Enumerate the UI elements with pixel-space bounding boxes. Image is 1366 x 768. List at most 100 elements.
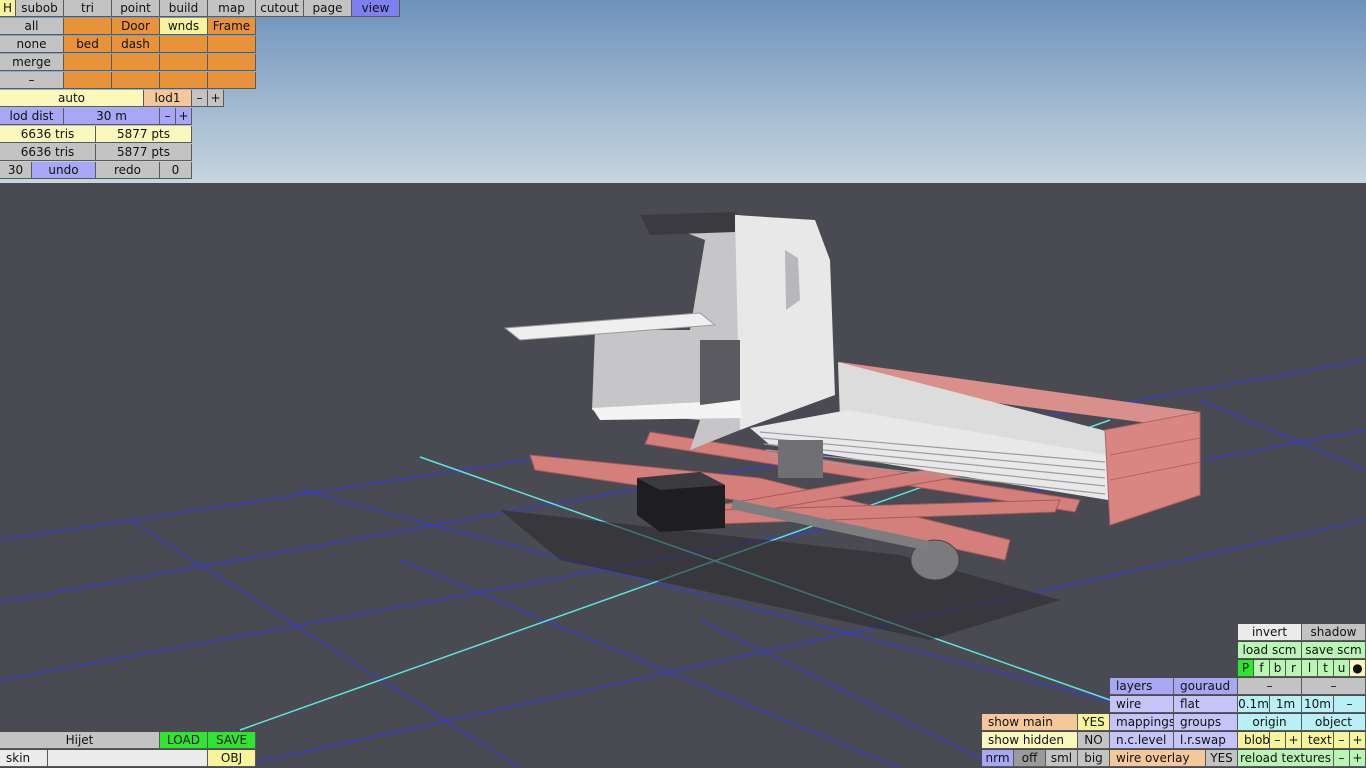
- groups-button[interactable]: groups: [1174, 714, 1238, 731]
- reload-minus-button[interactable]: –: [1334, 750, 1350, 767]
- group-slot[interactable]: [208, 36, 256, 53]
- gouraud-button[interactable]: gouraud: [1174, 678, 1238, 695]
- object-button[interactable]: object: [1302, 714, 1366, 731]
- flat-button[interactable]: flat: [1174, 696, 1238, 713]
- group-dash[interactable]: dash: [112, 36, 160, 53]
- lod-auto-button[interactable]: auto: [0, 90, 144, 107]
- tris-count: 6636 tris: [0, 126, 96, 143]
- group-bed[interactable]: bed: [64, 36, 112, 53]
- group-slot[interactable]: [208, 72, 256, 89]
- lod-plus-button[interactable]: +: [208, 90, 224, 107]
- show-hidden-value[interactable]: NO: [1078, 732, 1110, 749]
- skin-field[interactable]: [48, 750, 208, 767]
- pts-count-total: 5877 pts: [96, 144, 192, 161]
- reload-plus-button[interactable]: +: [1350, 750, 1366, 767]
- camera-minus-button[interactable]: –: [1302, 678, 1366, 695]
- lod-level-button[interactable]: lod1: [144, 90, 192, 107]
- group-frame[interactable]: Frame: [208, 18, 256, 35]
- menu-point[interactable]: point: [112, 0, 160, 17]
- view-b-button[interactable]: b: [1270, 660, 1286, 677]
- scale-minus-button[interactable]: –: [1334, 696, 1366, 713]
- load-button[interactable]: LOAD: [160, 732, 208, 749]
- group-slot[interactable]: [160, 72, 208, 89]
- group-slot[interactable]: [208, 54, 256, 71]
- lod-dist-value[interactable]: 30 m: [64, 108, 160, 125]
- obj-button[interactable]: OBJ: [208, 750, 256, 767]
- skin-label: skin: [0, 750, 48, 767]
- menu-map[interactable]: map: [208, 0, 256, 17]
- scale-10m-button[interactable]: 10m: [1302, 696, 1334, 713]
- view-dot-button[interactable]: ●: [1350, 660, 1366, 677]
- group-slot[interactable]: [112, 54, 160, 71]
- group-slot[interactable]: [64, 18, 112, 35]
- wire-button[interactable]: wire: [1110, 696, 1174, 713]
- text-button[interactable]: text: [1302, 732, 1334, 749]
- blob-plus-button[interactable]: +: [1286, 732, 1302, 749]
- camera-minus-button[interactable]: –: [1238, 678, 1302, 695]
- view-t-button[interactable]: t: [1318, 660, 1334, 677]
- pts-count: 5877 pts: [96, 126, 192, 143]
- lod-dist-plus-button[interactable]: +: [176, 108, 192, 125]
- group-none[interactable]: none: [0, 36, 64, 53]
- save-button[interactable]: SAVE: [208, 732, 256, 749]
- load-scm-button[interactable]: load scm: [1238, 642, 1302, 659]
- menu-page[interactable]: page: [304, 0, 352, 17]
- group-slot[interactable]: [160, 54, 208, 71]
- menu-subob[interactable]: subob: [16, 0, 64, 17]
- group-slot[interactable]: [64, 72, 112, 89]
- normals-big-button[interactable]: big: [1078, 750, 1110, 767]
- text-minus-button[interactable]: –: [1334, 732, 1350, 749]
- redo-count: 0: [160, 162, 192, 179]
- redo-button[interactable]: redo: [96, 162, 160, 179]
- group-slot[interactable]: [160, 36, 208, 53]
- normals-sml-button[interactable]: sml: [1046, 750, 1078, 767]
- tris-count-total: 6636 tris: [0, 144, 96, 161]
- lod-dist-label[interactable]: lod dist: [0, 108, 64, 125]
- group-slot[interactable]: [112, 72, 160, 89]
- mappings-button[interactable]: mappings: [1110, 714, 1174, 731]
- scale-1m-button[interactable]: 1m: [1270, 696, 1302, 713]
- 3d-viewport[interactable]: [0, 0, 1366, 768]
- save-scm-button[interactable]: save scm: [1302, 642, 1366, 659]
- lod-dist-minus-button[interactable]: –: [160, 108, 176, 125]
- group-slot[interactable]: [64, 54, 112, 71]
- blob-minus-button[interactable]: –: [1270, 732, 1286, 749]
- scale-01m-button[interactable]: 0.1m: [1238, 696, 1270, 713]
- menu-view[interactable]: view: [352, 0, 400, 17]
- group-all[interactable]: all: [0, 18, 64, 35]
- lrswap-button[interactable]: l.r.swap: [1174, 732, 1238, 749]
- menu-cutout[interactable]: cutout: [256, 0, 304, 17]
- view-u-button[interactable]: u: [1334, 660, 1350, 677]
- view-p-button[interactable]: P: [1238, 660, 1254, 677]
- group-minus[interactable]: –: [0, 72, 64, 89]
- normals-off-button[interactable]: off: [1014, 750, 1046, 767]
- menu-build[interactable]: build: [160, 0, 208, 17]
- menu-tri[interactable]: tri: [64, 0, 112, 17]
- undo-count: 30: [0, 162, 32, 179]
- text-plus-button[interactable]: +: [1350, 732, 1366, 749]
- view-l-button[interactable]: l: [1302, 660, 1318, 677]
- origin-button[interactable]: origin: [1238, 714, 1302, 731]
- undo-button[interactable]: undo: [32, 162, 96, 179]
- show-hidden-button[interactable]: show hidden: [982, 732, 1078, 749]
- view-r-button[interactable]: r: [1286, 660, 1302, 677]
- normals-nrm-button[interactable]: nrm: [982, 750, 1014, 767]
- reload-textures-button[interactable]: reload textures: [1238, 750, 1334, 767]
- show-main-button[interactable]: show main: [982, 714, 1078, 731]
- wire-overlay-button[interactable]: wire overlay: [1110, 750, 1206, 767]
- layers-button[interactable]: layers: [1110, 678, 1174, 695]
- model-name[interactable]: Hijet: [0, 732, 160, 749]
- nclevel-button[interactable]: n.c.level: [1110, 732, 1174, 749]
- group-wnds[interactable]: wnds: [160, 18, 208, 35]
- view-f-button[interactable]: f: [1254, 660, 1270, 677]
- fuel-tank: [637, 472, 725, 532]
- group-merge[interactable]: merge: [0, 54, 64, 71]
- group-door[interactable]: Door: [112, 18, 160, 35]
- show-main-value[interactable]: YES: [1078, 714, 1110, 731]
- wire-overlay-value[interactable]: YES: [1206, 750, 1238, 767]
- invert-button[interactable]: invert: [1238, 624, 1302, 641]
- blob-button[interactable]: blob: [1238, 732, 1270, 749]
- menu-h[interactable]: H: [0, 0, 16, 17]
- lod-minus-button[interactable]: –: [192, 90, 208, 107]
- shadow-button[interactable]: shadow: [1302, 624, 1366, 641]
